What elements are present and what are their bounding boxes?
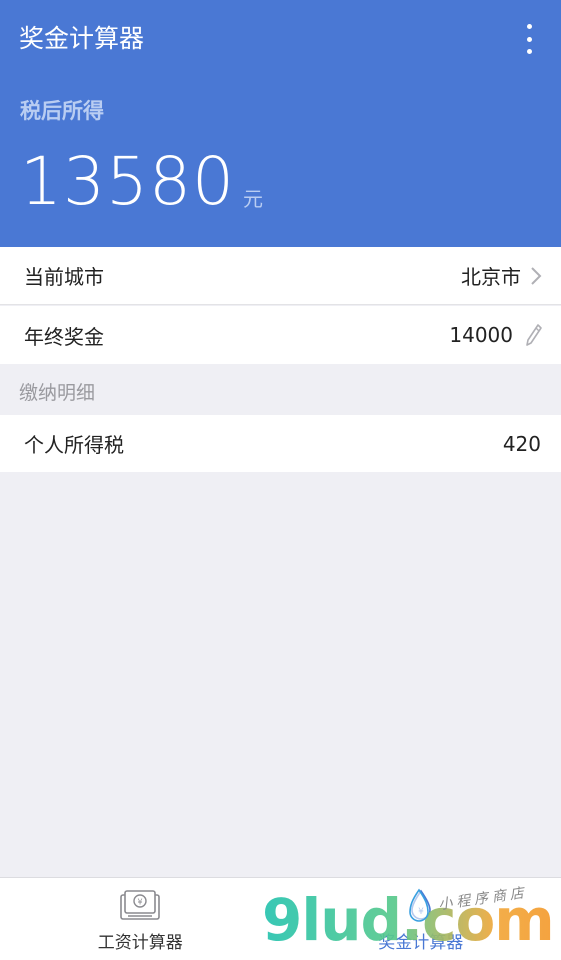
bonus-calculator-icon: ¥	[410, 889, 431, 920]
income-tax-value: 420	[502, 431, 541, 456]
more-menu-button[interactable]	[519, 20, 539, 58]
details-section-label: 缴纳明细	[19, 382, 96, 404]
bonus-label: 年终奖金	[24, 324, 104, 349]
more-dot-icon	[526, 36, 532, 42]
city-row[interactable]: 当前城市 北京市	[0, 247, 561, 305]
salary-calculator-icon: ¥	[120, 890, 161, 920]
tab-salary-label: 工资计算器	[97, 933, 183, 953]
bonus-value[interactable]: 14000	[449, 323, 513, 347]
header: 奖金计算器 税后所得 13580 元	[0, 0, 561, 247]
pencil-icon[interactable]	[525, 323, 543, 347]
city-value: 北京市	[461, 265, 521, 289]
svg-text:¥: ¥	[138, 898, 143, 907]
tab-bar: ¥ 工资计算器 ¥ 奖金计算器	[0, 877, 561, 960]
tab-bonus-calculator[interactable]: ¥ 奖金计算器	[281, 878, 561, 960]
bonus-row[interactable]: 年终奖金 14000	[0, 306, 561, 364]
more-dot-icon	[526, 24, 532, 29]
bonus-value-group: 14000	[449, 323, 543, 347]
svg-text:¥: ¥	[418, 907, 424, 917]
more-dot-icon	[526, 49, 532, 54]
tab-salary-calculator[interactable]: ¥ 工资计算器	[0, 878, 281, 960]
city-value-group: 北京市	[461, 261, 543, 290]
income-tax-row: 个人所得税 420	[0, 415, 561, 472]
after-tax-amount-row: 13580 元	[20, 142, 263, 222]
chevron-right-icon	[531, 266, 542, 285]
app-root: 奖金计算器 税后所得 13580 元 当前城市 北京市 年终奖金 14000 缴…	[0, 0, 561, 960]
city-label: 当前城市	[24, 265, 104, 289]
after-tax-label: 税后所得	[20, 99, 104, 123]
amount-unit: 元	[242, 187, 263, 211]
tab-bonus-label: 奖金计算器	[378, 933, 464, 953]
income-tax-label: 个人所得税	[24, 433, 124, 457]
after-tax-amount: 13580	[20, 143, 235, 220]
app-title: 奖金计算器	[19, 24, 145, 53]
